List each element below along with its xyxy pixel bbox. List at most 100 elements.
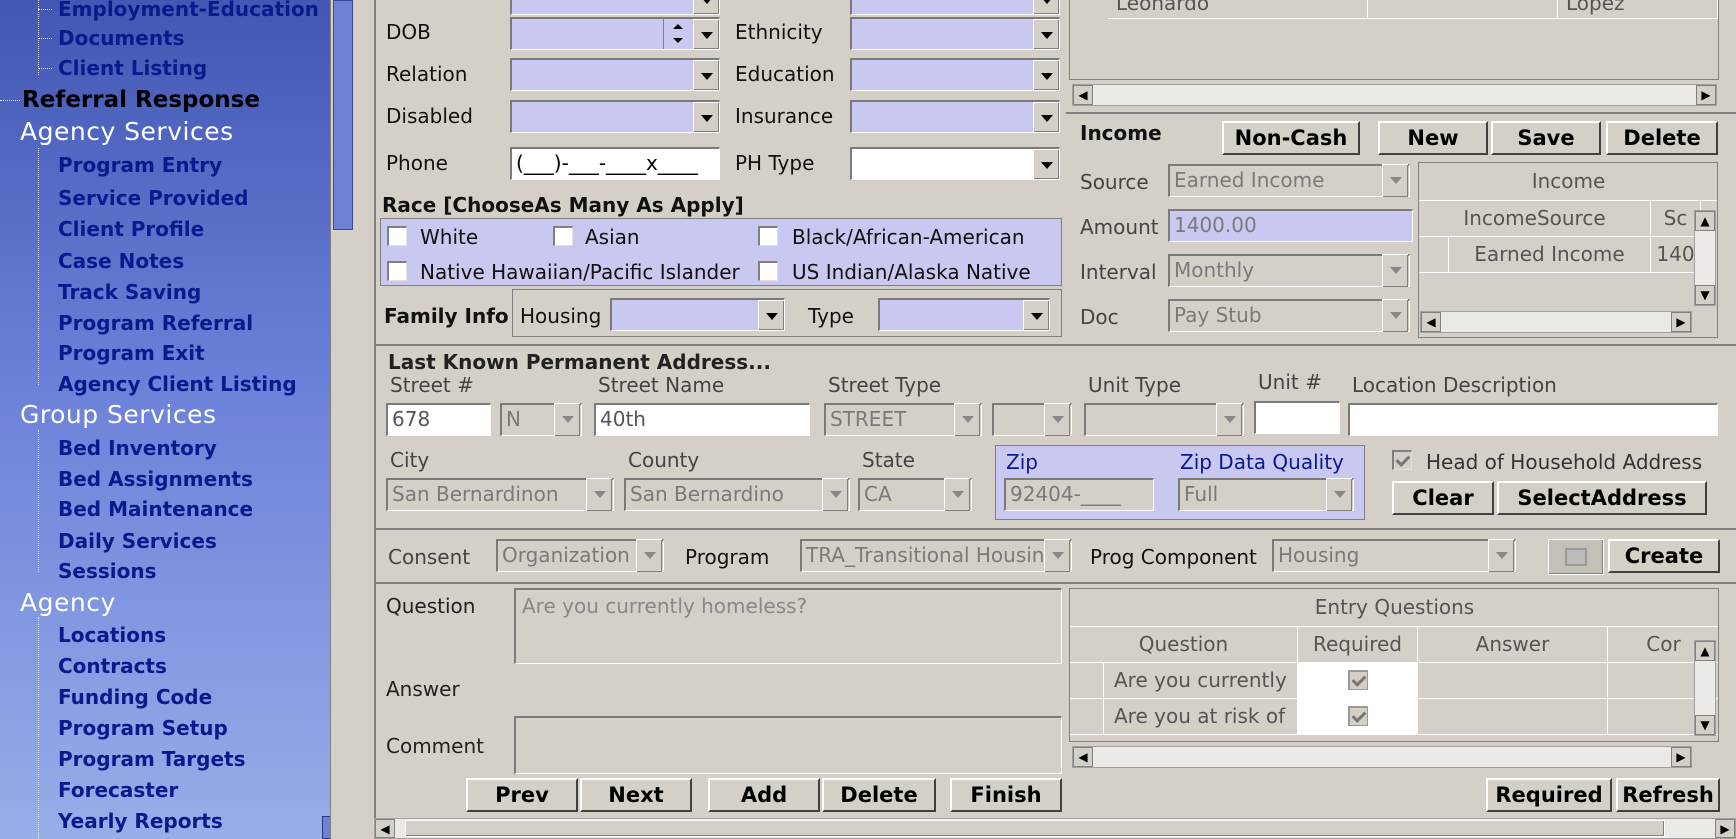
answer-cell[interactable] <box>1418 663 1608 699</box>
race-indian-checkbox[interactable] <box>758 261 778 281</box>
zip-input[interactable]: 92404-____ <box>1004 478 1154 511</box>
next-button[interactable]: Next <box>580 778 692 812</box>
income-delete-button[interactable]: Delete <box>1606 121 1718 155</box>
chevron-down-icon[interactable] <box>636 539 662 572</box>
nav-locations[interactable]: Locations <box>58 623 166 647</box>
county-select[interactable]: San Bernardino <box>624 478 850 511</box>
source-select[interactable]: Earned Income <box>1168 164 1410 197</box>
nav-client-listing[interactable]: Client Listing <box>58 56 207 80</box>
nav-bed-maintenance[interactable]: Bed Maintenance <box>58 497 253 521</box>
chevron-down-icon[interactable] <box>586 478 612 511</box>
nav-referral-response[interactable]: Referral Response <box>22 88 260 112</box>
entry-grid-vscroll[interactable]: ▲ ▼ <box>1694 640 1716 736</box>
nav-documents[interactable]: Documents <box>58 26 185 50</box>
nav-agency-client-listing[interactable]: Agency Client Listing <box>58 372 297 396</box>
program-select[interactable]: TRA_Transitional Housing <box>800 539 1072 572</box>
delete-question-button[interactable]: Delete <box>822 778 936 812</box>
question-textarea[interactable]: Are you currently homeless? <box>514 588 1062 664</box>
answer-cell[interactable] <box>1418 699 1608 735</box>
amount-input[interactable]: 1400.00 <box>1168 209 1413 242</box>
nav-group-services[interactable]: Group Services <box>20 402 216 427</box>
required-cell[interactable] <box>1298 663 1418 699</box>
scroll-left-icon[interactable]: ◀ <box>1073 747 1093 767</box>
type-select[interactable] <box>878 298 1050 331</box>
scroll-down-icon[interactable]: ▼ <box>1695 715 1715 735</box>
race-black-checkbox[interactable] <box>758 226 778 246</box>
chevron-down-icon[interactable] <box>693 102 719 132</box>
chevron-down-icon[interactable] <box>1382 299 1408 332</box>
nav-scroll-thumb[interactable] <box>333 0 353 230</box>
nav-employment-education[interactable]: Employment-Education <box>58 0 319 21</box>
select-address-button[interactable]: SelectAddress <box>1497 481 1707 515</box>
income-grid-vscroll[interactable]: ▲ ▼ <box>1694 210 1716 306</box>
nav-daily-services[interactable]: Daily Services <box>58 529 217 553</box>
prev-button[interactable]: Prev <box>466 778 578 812</box>
row-selector[interactable] <box>1070 663 1104 699</box>
nav-bed-assignments[interactable]: Bed Assignments <box>58 467 253 491</box>
chevron-down-icon[interactable] <box>758 300 784 330</box>
chevron-down-icon[interactable] <box>1033 60 1059 90</box>
chevron-down-icon[interactable] <box>693 0 719 14</box>
nav-case-notes[interactable]: Case Notes <box>58 249 184 273</box>
top-field[interactable] <box>510 0 720 15</box>
row-selector[interactable] <box>1070 699 1104 735</box>
nav-program-referral[interactable]: Program Referral <box>58 311 253 335</box>
nav-agency-services[interactable]: Agency Services <box>20 119 234 144</box>
race-hawaiian-checkbox[interactable] <box>387 261 407 281</box>
housing-select[interactable] <box>610 298 785 331</box>
head-of-household-checkbox[interactable] <box>1392 450 1412 470</box>
required-button[interactable]: Required <box>1486 778 1612 812</box>
nav-program-setup[interactable]: Program Setup <box>58 716 228 740</box>
required-cell[interactable] <box>1298 699 1418 735</box>
chevron-down-icon[interactable] <box>1033 0 1059 14</box>
race-asian-checkbox[interactable] <box>553 226 573 246</box>
scroll-right-icon[interactable]: ▶ <box>1671 747 1691 767</box>
main-hscroll-thumb[interactable] <box>405 820 1665 837</box>
nav-contracts[interactable]: Contracts <box>58 654 167 678</box>
scroll-down-icon[interactable]: ▼ <box>1695 285 1715 305</box>
scroll-up-icon[interactable]: ▲ <box>1695 641 1715 661</box>
nav-forecaster[interactable]: Forecaster <box>58 778 178 802</box>
education-select[interactable] <box>850 58 1060 91</box>
income-save-button[interactable]: Save <box>1491 121 1601 155</box>
income-grid-hscroll[interactable]: ◀ ▶ <box>1420 311 1692 333</box>
phone-input[interactable]: (___)-___-____x____ <box>510 147 720 180</box>
scroll-up-icon[interactable]: ▲ <box>1695 211 1715 231</box>
scroll-left-icon[interactable]: ◀ <box>1073 85 1093 105</box>
nav-sessions[interactable]: Sessions <box>58 559 157 583</box>
city-select[interactable]: San Bernardinon <box>386 478 614 511</box>
chevron-down-icon[interactable] <box>554 403 580 436</box>
finish-button[interactable]: Finish <box>950 778 1062 812</box>
nav-bed-inventory[interactable]: Bed Inventory <box>58 436 217 460</box>
chevron-down-icon[interactable] <box>822 478 848 511</box>
nav-program-exit[interactable]: Program Exit <box>58 341 205 365</box>
street-name-input[interactable]: 40th <box>594 403 810 436</box>
dob-field[interactable] <box>510 17 720 50</box>
nav-program-targets[interactable]: Program Targets <box>58 747 246 771</box>
chevron-down-icon[interactable] <box>1033 102 1059 132</box>
chevron-down-icon[interactable] <box>1382 164 1408 197</box>
create-button[interactable]: Create <box>1608 539 1720 573</box>
ph-type-select[interactable] <box>850 147 1060 180</box>
main-hscroll[interactable]: ◀ ▶ <box>374 818 1736 839</box>
scroll-right-icon[interactable]: ▶ <box>1715 819 1735 838</box>
nav-service-provided[interactable]: Service Provided <box>58 186 248 210</box>
chevron-down-icon[interactable] <box>1044 539 1070 572</box>
insurance-select[interactable] <box>850 100 1060 133</box>
chevron-down-icon[interactable] <box>1033 149 1059 179</box>
clear-button[interactable]: Clear <box>1392 481 1494 515</box>
chevron-down-icon[interactable] <box>1326 478 1352 511</box>
disabled-select[interactable] <box>510 100 720 133</box>
scroll-left-icon[interactable]: ◀ <box>1421 312 1441 332</box>
chevron-down-icon[interactable] <box>1033 19 1059 49</box>
chevron-down-icon[interactable] <box>1382 254 1408 287</box>
spin-buttons[interactable] <box>663 19 693 49</box>
chevron-down-icon[interactable] <box>1023 300 1049 330</box>
unit-no-input[interactable] <box>1254 401 1340 434</box>
doc-select[interactable]: Pay Stub <box>1168 299 1410 332</box>
scroll-right-icon[interactable]: ▶ <box>1671 312 1691 332</box>
chevron-down-icon[interactable] <box>1216 403 1242 436</box>
nav-scrollbar[interactable] <box>330 0 354 839</box>
chevron-down-icon[interactable] <box>1488 539 1514 572</box>
scroll-left-icon[interactable]: ◀ <box>375 819 395 838</box>
